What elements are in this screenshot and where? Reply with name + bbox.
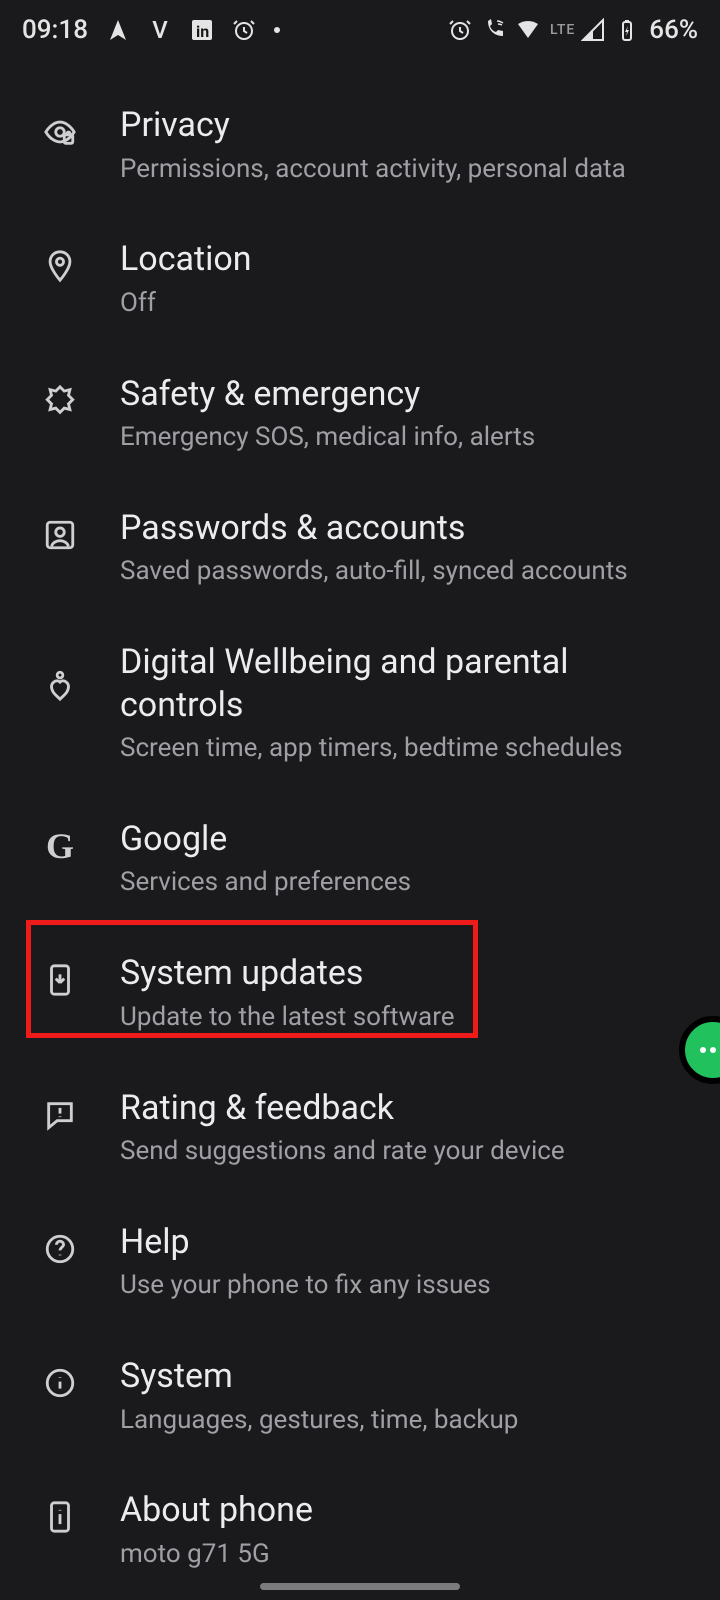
settings-item-about[interactable]: About phone moto g71 5G [0,1463,720,1597]
signal-icon [581,18,605,42]
more-indicator-icon [274,27,280,33]
status-bar: 09:18 V in LTE 66% [0,0,720,60]
wifi-calling-icon [482,18,506,42]
feedback-icon [40,1095,80,1135]
setting-subtitle: Screen time, app timers, bedtime schedul… [120,732,690,766]
location-icon [40,246,80,286]
info-icon [40,1363,80,1403]
alarm-icon [232,18,256,42]
linkedin-icon: in [190,18,214,42]
settings-item-privacy[interactable]: Privacy Permissions, account activity, p… [0,78,720,212]
setting-subtitle: moto g71 5G [120,1538,690,1572]
help-icon [40,1229,80,1269]
settings-item-help[interactable]: Help Use your phone to fix any issues [0,1195,720,1329]
letter-v-icon: V [148,18,172,42]
setting-subtitle: Use your phone to fix any issues [120,1269,690,1303]
privacy-icon [40,112,80,152]
setting-title: System [120,1355,690,1398]
setting-title: Passwords & accounts [120,507,690,550]
google-icon: G [40,826,80,866]
send-icon [106,18,130,42]
status-left: 09:18 V in [22,15,280,45]
setting-title: Safety & emergency [120,373,690,416]
setting-subtitle: Send suggestions and rate your device [120,1135,690,1169]
more-icon [700,1047,720,1053]
settings-item-rating[interactable]: Rating & feedback Send suggestions and r… [0,1061,720,1195]
setting-subtitle: Saved passwords, auto-fill, synced accou… [120,555,690,589]
setting-title: Location [120,238,690,281]
settings-item-passwords[interactable]: Passwords & accounts Saved passwords, au… [0,481,720,615]
network-type: LTE [550,22,575,38]
medical-icon [40,381,80,421]
status-time: 09:18 [22,15,88,45]
settings-item-location[interactable]: Location Off [0,212,720,346]
settings-item-system[interactable]: System Languages, gestures, time, backup [0,1329,720,1463]
setting-title: Rating & feedback [120,1087,690,1130]
battery-percent: 66% [649,15,698,45]
setting-subtitle: Languages, gestures, time, backup [120,1404,690,1438]
status-right: LTE 66% [448,15,698,45]
wifi-icon [516,18,540,42]
settings-item-wellbeing[interactable]: Digital Wellbeing and parental controls … [0,615,720,792]
setting-subtitle: Emergency SOS, medical info, alerts [120,421,690,455]
setting-subtitle: Off [120,287,690,321]
home-indicator[interactable] [260,1583,460,1590]
system-update-icon [40,960,80,1000]
account-box-icon [40,515,80,555]
setting-title: Help [120,1221,690,1264]
settings-item-safety[interactable]: Safety & emergency Emergency SOS, medica… [0,347,720,481]
setting-title: Privacy [120,104,690,147]
setting-title: Digital Wellbeing and parental controls [120,641,690,726]
settings-list: Privacy Permissions, account activity, p… [0,60,720,1598]
settings-item-system-updates[interactable]: System updates Update to the latest soft… [0,926,720,1060]
svg-text:in: in [196,22,209,41]
settings-item-google[interactable]: G Google Services and preferences [0,792,720,926]
setting-subtitle: Services and preferences [120,866,690,900]
setting-title: About phone [120,1489,690,1532]
wellbeing-icon [40,665,80,705]
about-phone-icon [40,1497,80,1537]
setting-subtitle: Permissions, account activity, personal … [120,153,690,187]
setting-subtitle: Update to the latest software [120,1001,690,1035]
alarm-icon [448,18,472,42]
battery-icon [615,18,639,42]
setting-title: System updates [120,952,690,995]
setting-title: Google [120,818,690,861]
